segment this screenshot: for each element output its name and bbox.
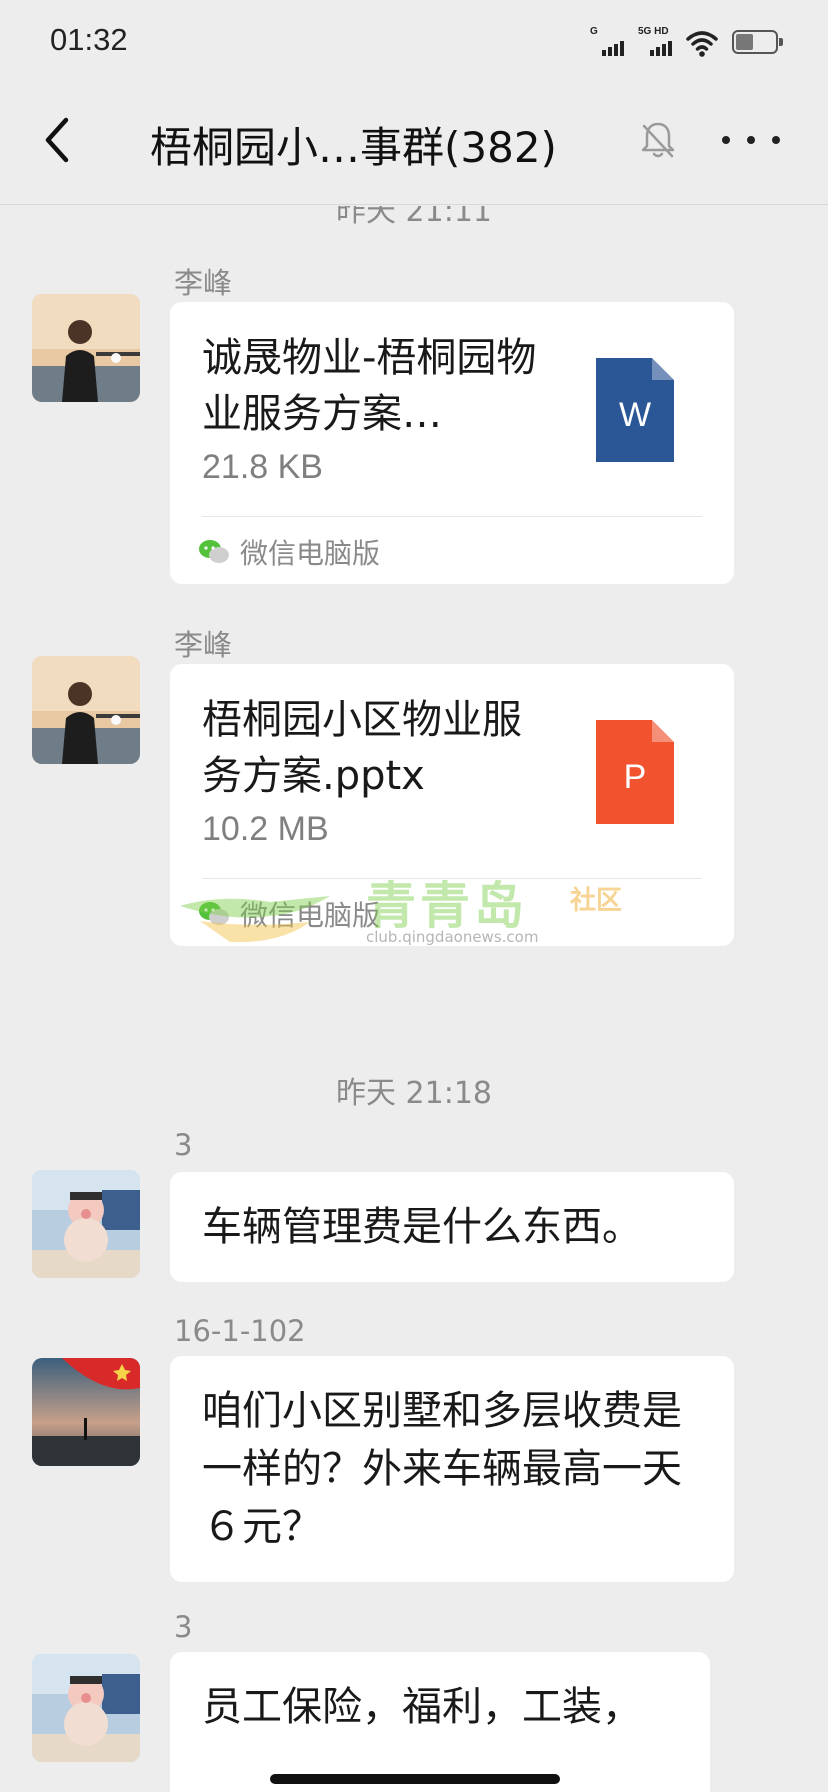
file-name: 梧桐园小区物业服务方案.pptx xyxy=(202,697,522,799)
signal-icon: G xyxy=(590,26,624,58)
sender-name: 3 xyxy=(174,1610,193,1644)
file-message[interactable]: 梧桐园小区物业服务方案.pptx 10.2 MB P 微信电脑版 xyxy=(170,664,734,946)
sim1-label: G xyxy=(590,26,598,37)
avatar-image xyxy=(32,656,140,764)
text-message[interactable]: 咱们小区别墅和多层收费是一样的？外来车辆最高一天６元？ xyxy=(170,1356,734,1582)
file-source-label: 微信电脑版 xyxy=(240,899,381,932)
sender-name: 李峰 xyxy=(174,266,233,300)
status-bar: 01:32 G 5G HD xyxy=(0,0,828,80)
file-name: 诚晟物业-梧桐园物业服务方案… xyxy=(202,335,537,437)
bell-off-icon xyxy=(641,122,675,158)
avatar-image xyxy=(32,1358,140,1466)
avatar[interactable] xyxy=(32,1358,140,1466)
file-message[interactable]: 诚晟物业-梧桐园物业服务方案… 21.8 KB W 微信电脑版 xyxy=(170,302,734,584)
ppt-file-icon: P xyxy=(596,720,674,824)
divider xyxy=(202,878,702,879)
chat-header: 梧桐园小…事群(382) xyxy=(0,80,828,205)
file-source-label: 微信电脑版 xyxy=(240,537,381,570)
sender-name: 16-1-102 xyxy=(174,1314,306,1348)
chevron-left-icon xyxy=(45,117,69,163)
word-file-icon: W xyxy=(596,358,674,462)
status-icons: G 5G HD xyxy=(590,24,783,58)
file-source: 微信电脑版 xyxy=(198,896,380,932)
message-text: 员工保险，福利，工装， xyxy=(202,1684,642,1730)
file-type-letter: W xyxy=(619,396,651,434)
chat-message-list[interactable]: 昨天 21:11 李峰 诚晟物业-梧桐园物业服务方案… 21.8 KB W 微信… xyxy=(0,206,828,1792)
file-type-letter: P xyxy=(624,758,647,796)
message-text: 咱们小区别墅和多层收费是一样的？外来车辆最高一天６元？ xyxy=(202,1388,682,1550)
wifi-icon xyxy=(686,31,718,57)
back-button[interactable] xyxy=(36,110,96,170)
more-button[interactable] xyxy=(718,120,784,160)
avatar-image xyxy=(32,1170,140,1278)
wechat-icon xyxy=(199,902,229,925)
home-indicator[interactable] xyxy=(270,1774,560,1784)
avatar[interactable] xyxy=(32,1654,140,1762)
signal-5g-icon: 5G HD xyxy=(638,26,672,58)
avatar[interactable] xyxy=(32,294,140,402)
file-size: 21.8 KB xyxy=(202,448,323,486)
more-dot xyxy=(747,136,755,144)
chat-title: 梧桐园小…事群(382) xyxy=(150,123,557,172)
sender-name: 3 xyxy=(174,1128,193,1162)
more-dot xyxy=(722,136,730,144)
divider xyxy=(202,516,702,517)
status-time: 01:32 xyxy=(50,22,128,57)
battery-fill xyxy=(736,34,754,50)
sender-name: 李峰 xyxy=(174,628,233,662)
avatar-image xyxy=(32,1654,140,1762)
more-dot xyxy=(772,136,780,144)
time-separator: 昨天 21:11 xyxy=(336,206,492,229)
time-separator: 昨天 21:18 xyxy=(336,1076,492,1111)
avatar[interactable] xyxy=(32,656,140,764)
battery-icon xyxy=(732,30,783,54)
message-text: 车辆管理费是什么东西。 xyxy=(202,1204,642,1250)
sim2-label: 5G HD xyxy=(638,26,669,37)
avatar-image xyxy=(32,294,140,402)
text-message[interactable]: 员工保险，福利，工装， xyxy=(170,1652,710,1792)
wechat-icon xyxy=(199,540,229,563)
avatar[interactable] xyxy=(32,1170,140,1278)
file-size: 10.2 MB xyxy=(202,810,329,848)
file-source: 微信电脑版 xyxy=(198,534,380,570)
text-message[interactable]: 车辆管理费是什么东西。 xyxy=(170,1172,734,1282)
